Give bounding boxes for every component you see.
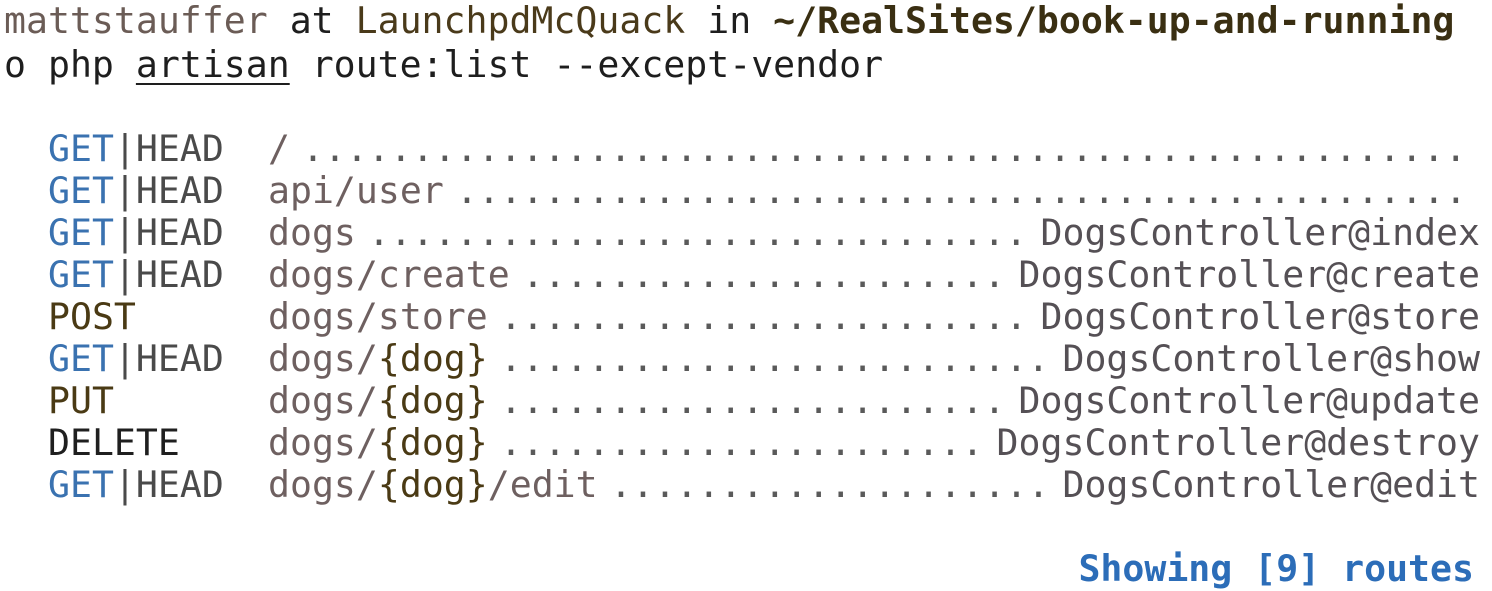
route-leader-dots: ......................... <box>500 338 1050 380</box>
route-method: DELETE <box>48 422 180 464</box>
route-action[interactable]: DogsController@destroy <box>997 422 1480 464</box>
method-separator: | <box>113 127 136 170</box>
route-action[interactable]: DogsController@edit <box>1062 464 1480 506</box>
method-head: HEAD <box>135 127 224 170</box>
method-separator: | <box>113 463 136 506</box>
route-action[interactable]: DogsController@index <box>1041 212 1481 254</box>
route-row: GET|HEAD dogs/{dog}......................… <box>48 338 1480 380</box>
route-row: GET|HEAD api/user........................… <box>48 170 1480 212</box>
route-uri-parameter: {dog} <box>377 379 488 422</box>
route-uri-suffix: /edit <box>487 463 598 506</box>
route-uri[interactable]: dogs/{dog} <box>268 338 488 380</box>
method-separator: | <box>113 253 136 296</box>
shell-prompt: mattstauffer at LaunchpdMcQuack in ~/Rea… <box>4 0 1454 42</box>
route-method: GET|HEAD <box>48 212 224 254</box>
method-get: GET <box>48 337 114 380</box>
route-uri[interactable]: dogs/{dog} <box>268 380 488 422</box>
method-get: GET <box>48 127 114 170</box>
route-uri[interactable]: dogs <box>268 212 356 254</box>
route-action[interactable]: DogsController@update <box>1019 380 1480 422</box>
route-uri[interactable]: dogs/{dog} <box>268 422 488 464</box>
route-method: PUT <box>48 380 114 422</box>
command-line[interactable]: o php artisan route:list --except-vendor <box>4 44 883 86</box>
method-head: HEAD <box>135 337 224 380</box>
method-separator: | <box>113 337 136 380</box>
route-uri[interactable]: api/user <box>268 170 444 212</box>
route-uri-path: dogs/ <box>268 379 378 422</box>
route-leader-dots: ...................... <box>500 422 984 464</box>
route-uri-path: api/user <box>268 169 444 212</box>
route-uri[interactable]: / <box>268 128 290 170</box>
route-method: GET|HEAD <box>48 464 224 506</box>
route-method: GET|HEAD <box>48 254 224 296</box>
method-head: HEAD <box>135 463 224 506</box>
route-leader-dots: .............................. <box>368 212 1028 254</box>
route-uri-path: / <box>268 127 290 170</box>
method-get: GET <box>48 169 114 212</box>
route-row: GET|HEAD dogs/create.....................… <box>48 254 1480 296</box>
route-uri-path: dogs/store <box>268 295 488 338</box>
route-method: GET|HEAD <box>48 338 224 380</box>
route-leader-dots: ...................... <box>522 254 1006 296</box>
route-row: DELETE dogs/{dog}...................... Do… <box>48 422 1480 464</box>
route-action[interactable]: DogsController@show <box>1062 338 1480 380</box>
route-method: GET|HEAD <box>48 170 224 212</box>
method-head: HEAD <box>135 169 224 212</box>
route-method: POST <box>48 296 136 338</box>
method-separator: | <box>113 169 136 212</box>
method-head: HEAD <box>135 211 224 254</box>
prompt-user: mattstauffer <box>4 0 268 42</box>
route-row: GET|HEAD /...............................… <box>48 128 1480 170</box>
route-row: GET|HEAD dogs/{dog}/edit.................… <box>48 464 1480 506</box>
route-row: GET|HEAD dogs............................… <box>48 212 1480 254</box>
method-get: GET <box>48 211 114 254</box>
command-args: route:list --except-vendor <box>311 43 884 86</box>
route-uri-parameter: {dog} <box>377 421 488 464</box>
method-head: HEAD <box>135 253 224 296</box>
prompt-at: at <box>289 0 334 42</box>
route-row: PUT dogs/{dog}....................... Dogs… <box>48 380 1480 422</box>
command-artisan: artisan <box>135 43 290 86</box>
routes-count-summary: Showing [9] routes <box>1078 547 1474 590</box>
terminal-window: mattstauffer at LaunchpdMcQuack in ~/Rea… <box>4 0 1488 591</box>
route-uri[interactable]: dogs/store <box>268 296 488 338</box>
method-get: GET <box>48 463 114 506</box>
prompt-symbol: o <box>4 43 26 86</box>
route-action[interactable]: DogsController@create <box>1019 254 1480 296</box>
route-action[interactable]: DogsController@store <box>1041 296 1481 338</box>
method-put: PUT <box>48 379 114 422</box>
route-leader-dots: ........................................… <box>456 170 1467 212</box>
route-uri[interactable]: dogs/{dog}/edit <box>268 464 598 506</box>
prompt-path: ~/RealSites/book-up-and-running <box>773 0 1455 42</box>
route-leader-dots: ........................................… <box>302 128 1467 170</box>
command-php: php <box>47 43 114 86</box>
method-get: GET <box>48 253 114 296</box>
route-uri-path: dogs/create <box>268 253 510 296</box>
route-leader-dots: ........................ <box>500 296 1028 338</box>
route-uri-parameter: {dog} <box>377 337 488 380</box>
prompt-in: in <box>707 0 752 42</box>
method-post: POST <box>48 295 136 338</box>
route-uri-parameter: {dog} <box>377 463 488 506</box>
method-separator: | <box>113 211 136 254</box>
prompt-host: LaunchpdMcQuack <box>355 0 686 42</box>
route-row: POST dogs/store........................ Do… <box>48 296 1480 338</box>
method-delete: DELETE <box>48 421 180 464</box>
route-method: GET|HEAD <box>48 128 224 170</box>
route-uri-path: dogs/ <box>268 337 378 380</box>
route-uri-path: dogs/ <box>268 421 378 464</box>
route-uri[interactable]: dogs/create <box>268 254 510 296</box>
route-uri-path: dogs <box>268 211 356 254</box>
route-leader-dots: .................... <box>610 464 1050 506</box>
route-uri-path: dogs/ <box>268 463 378 506</box>
route-leader-dots: ....................... <box>500 380 1006 422</box>
